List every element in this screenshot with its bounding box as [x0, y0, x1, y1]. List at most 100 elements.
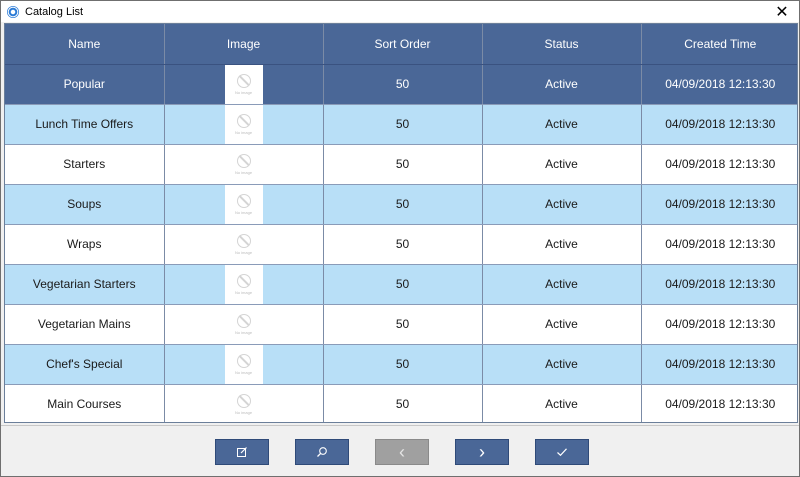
image-thumbnail: No image — [224, 264, 263, 304]
no-image-label: No image — [234, 209, 253, 215]
no-image-icon — [236, 193, 251, 208]
cell-sort-order: 50 — [323, 104, 483, 145]
next-page-button[interactable]: › — [455, 439, 509, 465]
bottom-toolbar: ‹ › — [1, 425, 799, 476]
cell-name: Vegetarian Starters — [5, 264, 165, 305]
cell-image: No image — [164, 224, 324, 265]
search-button[interactable] — [295, 439, 349, 465]
image-thumbnail: No image — [224, 224, 263, 264]
cell-created-time: 04/09/2018 12:13:30 — [641, 64, 797, 105]
image-thumbnail: No image — [224, 384, 263, 422]
cell-sort-order: 50 — [323, 64, 483, 105]
cell-sort-order: 50 — [323, 344, 483, 385]
table-row[interactable]: Vegetarian Mains No image 50 Active 04/09/20… — [5, 304, 797, 345]
no-image-icon — [236, 273, 251, 288]
no-image-icon — [236, 113, 251, 128]
cell-status: Active — [482, 384, 642, 422]
cell-sort-order: 50 — [323, 144, 483, 185]
table-header-row: Name Image Sort Order Status Created Tim… — [5, 24, 797, 65]
cell-image: No image — [164, 144, 324, 185]
no-image-icon — [236, 73, 251, 88]
edit-icon — [236, 446, 248, 458]
no-image-label: No image — [234, 329, 253, 335]
cell-status: Active — [482, 184, 642, 225]
cell-created-time: 04/09/2018 12:13:30 — [641, 144, 797, 185]
cell-status: Active — [482, 144, 642, 185]
no-image-label: No image — [234, 249, 253, 255]
table-row[interactable]: Soups No image 50 Active 04/09/2018 12:13:30 — [5, 184, 797, 225]
cell-created-time: 04/09/2018 12:13:30 — [641, 304, 797, 345]
table-body: Popular No image 50 Active 04/09/2018 12:13:… — [5, 64, 797, 422]
cell-image: No image — [164, 264, 324, 305]
cell-name: Main Courses — [5, 384, 165, 422]
cell-created-time: 04/09/2018 12:13:30 — [641, 224, 797, 265]
confirm-button[interactable] — [535, 439, 589, 465]
catalog-table: Name Image Sort Order Status Created Tim… — [5, 24, 797, 422]
table-row[interactable]: Starters No image 50 Active 04/09/2018 12:13… — [5, 144, 797, 185]
column-header-created-time[interactable]: Created Time — [641, 24, 797, 65]
no-image-icon — [236, 313, 251, 328]
cell-image: No image — [164, 344, 324, 385]
column-header-status[interactable]: Status — [482, 24, 642, 65]
no-image-icon — [236, 393, 251, 408]
cell-created-time: 04/09/2018 12:13:30 — [641, 344, 797, 385]
cell-sort-order: 50 — [323, 224, 483, 265]
image-thumbnail: No image — [224, 304, 263, 344]
cell-created-time: 04/09/2018 12:13:30 — [641, 264, 797, 305]
table-row[interactable]: Main Courses No image 50 Active 04/09/2018 1… — [5, 384, 797, 422]
cell-image: No image — [164, 384, 324, 422]
cell-name: Vegetarian Mains — [5, 304, 165, 345]
cell-status: Active — [482, 264, 642, 305]
image-thumbnail: No image — [224, 64, 263, 104]
catalog-list-window: Catalog List ✕ Name Image Sort Order Sta… — [0, 0, 800, 477]
cell-sort-order: 50 — [323, 264, 483, 305]
image-thumbnail: No image — [224, 184, 263, 224]
cell-name: Lunch Time Offers — [5, 104, 165, 145]
chevron-left-icon: ‹ — [399, 442, 405, 462]
no-image-label: No image — [234, 289, 253, 295]
close-button[interactable]: ✕ — [765, 1, 799, 22]
cell-name: Wraps — [5, 224, 165, 265]
image-thumbnail: No image — [224, 344, 263, 384]
title-bar[interactable]: Catalog List ✕ — [1, 1, 799, 22]
cell-status: Active — [482, 224, 642, 265]
table-row[interactable]: Popular No image 50 Active 04/09/2018 12:13:… — [5, 64, 797, 105]
image-thumbnail: No image — [224, 104, 263, 144]
cell-sort-order: 50 — [323, 304, 483, 345]
cell-status: Active — [482, 104, 642, 145]
no-image-label: No image — [234, 369, 253, 375]
table-row[interactable]: Vegetarian Starters No image 50 Active 04/09… — [5, 264, 797, 305]
search-icon — [316, 446, 328, 458]
edit-button[interactable] — [215, 439, 269, 465]
cell-image: No image — [164, 304, 324, 345]
catalog-table-container[interactable]: Name Image Sort Order Status Created Tim… — [4, 23, 798, 423]
app-icon — [7, 5, 19, 18]
cell-name: Starters — [5, 144, 165, 185]
column-header-name[interactable]: Name — [5, 24, 165, 65]
cell-created-time: 04/09/2018 12:13:30 — [641, 104, 797, 145]
no-image-label: No image — [234, 409, 253, 415]
cell-status: Active — [482, 304, 642, 345]
table-row[interactable]: Wraps No image 50 Active 04/09/2018 12:13:30 — [5, 224, 797, 265]
cell-image: No image — [164, 104, 324, 145]
no-image-label: No image — [234, 89, 253, 95]
no-image-icon — [236, 233, 251, 248]
previous-page-button[interactable]: ‹ — [375, 439, 429, 465]
cell-name: Soups — [5, 184, 165, 225]
cell-sort-order: 50 — [323, 184, 483, 225]
no-image-icon — [236, 353, 251, 368]
cell-name: Chef's Special — [5, 344, 165, 385]
table-row[interactable]: Lunch Time Offers No image 50 Active 04/09/2… — [5, 104, 797, 145]
cell-image: No image — [164, 184, 324, 225]
no-image-label: No image — [234, 129, 253, 135]
window-title: Catalog List — [25, 5, 84, 18]
table-row[interactable]: Chef's Special No image 50 Active 04/09/2018… — [5, 344, 797, 385]
cell-status: Active — [482, 344, 642, 385]
checkmark-icon — [556, 446, 568, 458]
chevron-right-icon: › — [479, 442, 485, 462]
image-thumbnail: No image — [224, 144, 263, 184]
column-header-image[interactable]: Image — [164, 24, 324, 65]
cell-sort-order: 50 — [323, 384, 483, 422]
cell-created-time: 04/09/2018 12:13:30 — [641, 384, 797, 422]
column-header-sort-order[interactable]: Sort Order — [323, 24, 483, 65]
